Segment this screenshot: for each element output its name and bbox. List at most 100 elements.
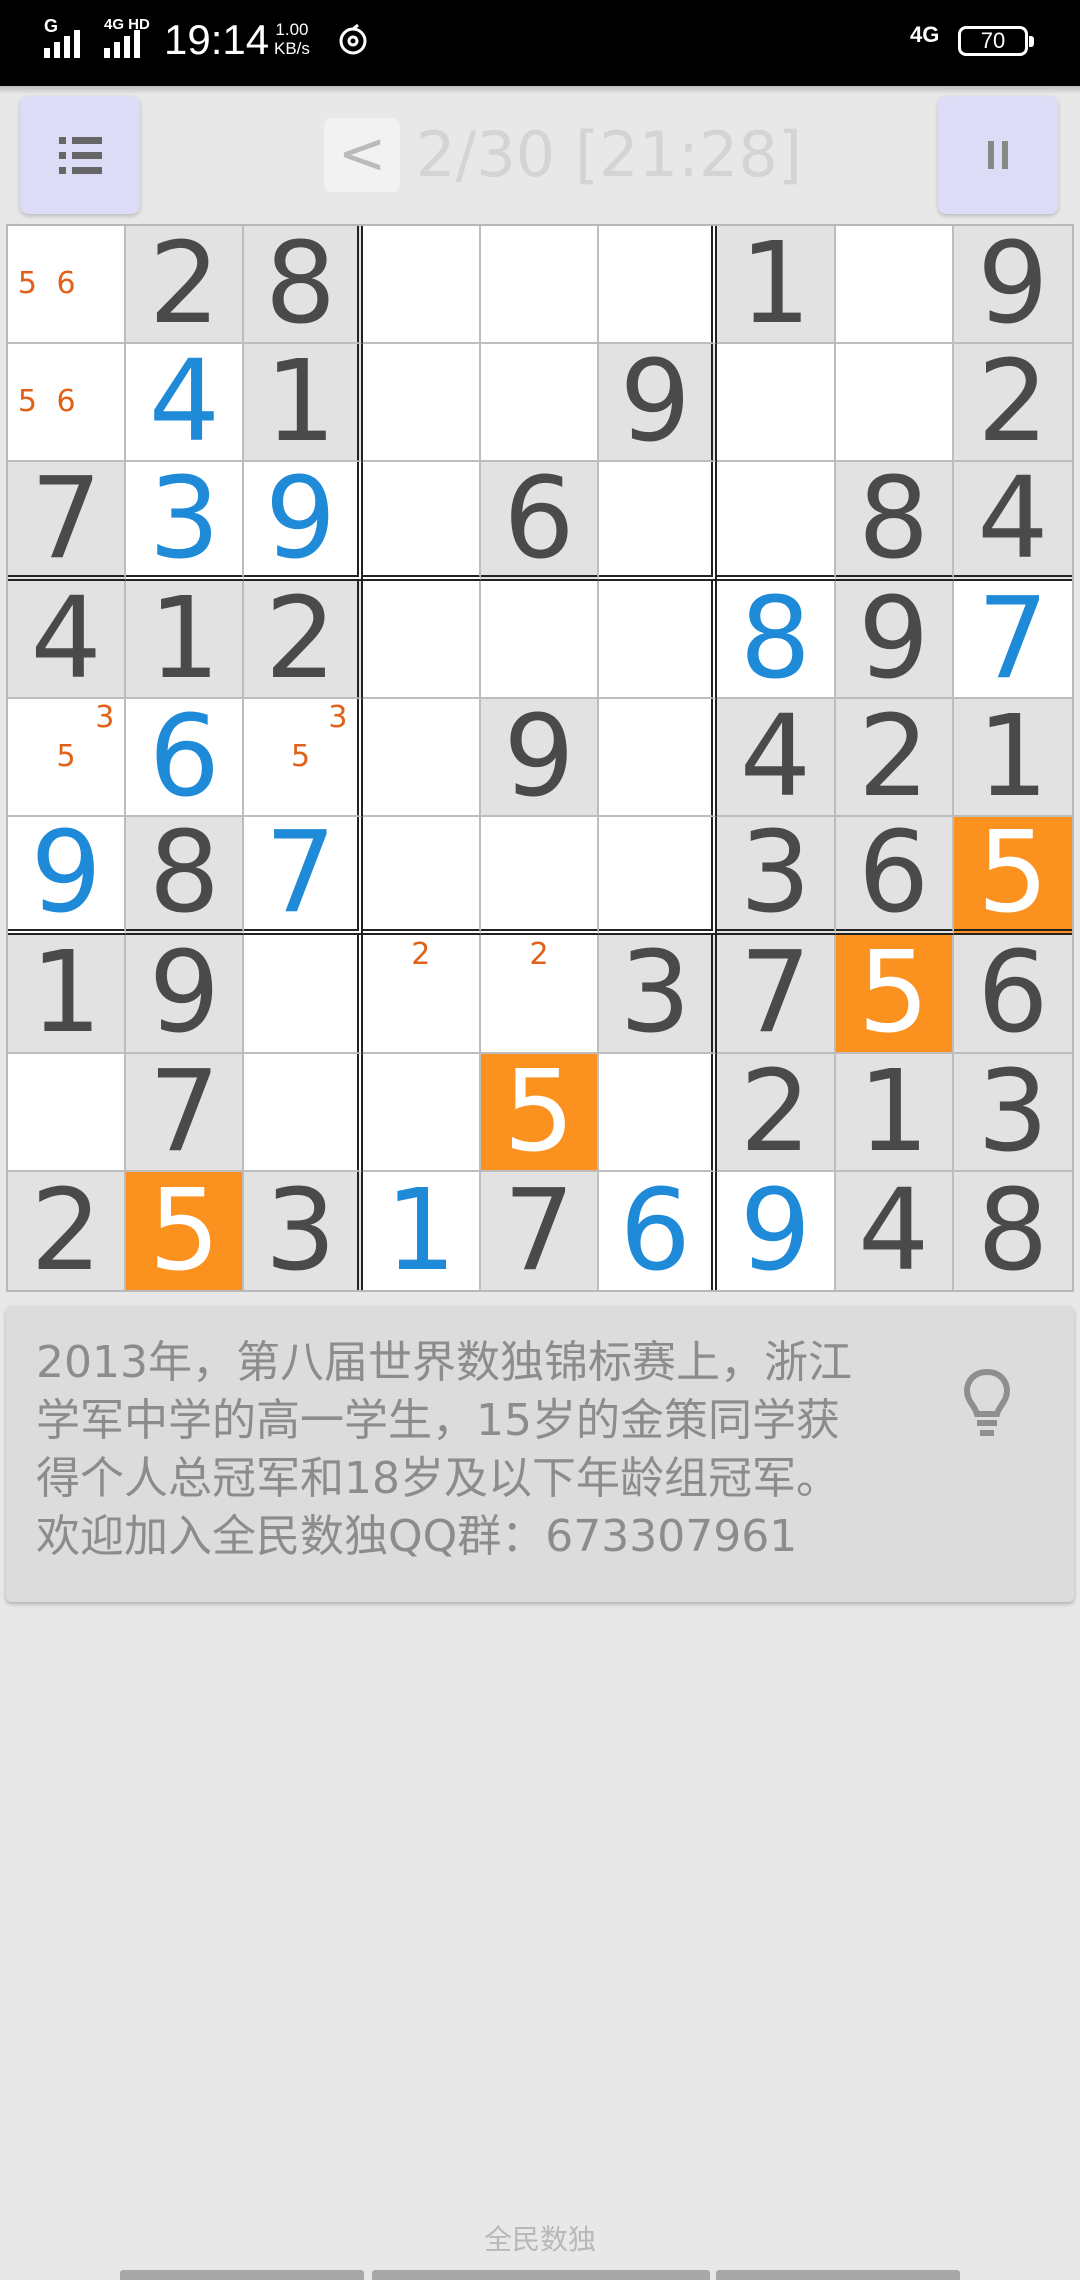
pause-button[interactable]	[938, 96, 1058, 214]
sudoku-cell[interactable]	[8, 1053, 127, 1172]
sudoku-cell[interactable]	[717, 462, 836, 581]
sudoku-cell[interactable]: 1	[244, 344, 363, 463]
sudoku-cell[interactable]	[362, 817, 481, 936]
pencil-notes: 56	[8, 226, 124, 342]
sudoku-cell[interactable]: 7	[953, 573, 1072, 704]
battery-level: 70	[980, 28, 1006, 53]
sudoku-cell[interactable]	[599, 462, 718, 581]
sudoku-cell[interactable]	[480, 344, 600, 463]
sudoku-cell[interactable]	[362, 226, 481, 345]
sudoku-cell[interactable]: 8	[953, 1171, 1072, 1290]
speed-value: 1.00	[275, 20, 309, 39]
sudoku-cell[interactable]: 7	[8, 462, 127, 581]
sudoku-cell[interactable]: 6	[126, 698, 245, 818]
sudoku-cell[interactable]: 7	[126, 1053, 245, 1172]
pencil-note	[244, 699, 281, 738]
sudoku-cell[interactable]: 9	[599, 344, 718, 463]
sudoku-cell[interactable]: 2	[126, 226, 245, 345]
sudoku-cell[interactable]: 1	[953, 698, 1072, 818]
sudoku-cell[interactable]: 5	[953, 817, 1072, 936]
cell-digit: 5	[148, 1165, 220, 1296]
sudoku-cell[interactable]: 3	[244, 1171, 363, 1290]
sudoku-cell[interactable]: 9	[244, 453, 363, 584]
sudoku-cell[interactable]: 9	[126, 935, 245, 1054]
sudoku-cell[interactable]: 3	[717, 817, 836, 936]
sudoku-cell[interactable]: 1	[8, 935, 127, 1054]
sudoku-cell[interactable]: 9	[953, 226, 1072, 345]
sudoku-cell[interactable]: 2	[362, 935, 481, 1054]
sudoku-cell[interactable]	[244, 935, 363, 1054]
sudoku-cell[interactable]: 3	[126, 462, 245, 581]
sudoku-cell[interactable]: 56	[8, 226, 127, 345]
sudoku-cell[interactable]	[362, 462, 481, 581]
sudoku-cell[interactable]	[362, 580, 481, 699]
pencil-note	[85, 738, 124, 777]
sudoku-cell[interactable]: 1	[363, 1171, 481, 1290]
sudoku-cell[interactable]	[599, 226, 718, 345]
sudoku-cell[interactable]: 7	[244, 817, 363, 936]
sudoku-cell[interactable]: 3	[599, 935, 718, 1054]
sudoku-cell[interactable]: 4	[8, 580, 127, 699]
sudoku-cell[interactable]: 1	[835, 1053, 954, 1172]
sudoku-cell[interactable]	[599, 1053, 718, 1172]
sudoku-cell[interactable]: 4	[717, 698, 836, 818]
sudoku-cell[interactable]: 56	[8, 344, 127, 463]
sudoku-cell[interactable]: 6	[599, 1171, 718, 1290]
sudoku-cell[interactable]: 9	[8, 817, 127, 936]
sudoku-cell[interactable]	[362, 344, 481, 463]
sudoku-cell[interactable]: 3	[953, 1053, 1072, 1172]
sudoku-cell[interactable]: 2	[244, 580, 363, 699]
cell-digit: 7	[977, 573, 1049, 704]
sudoku-cell[interactable]	[835, 344, 954, 463]
sudoku-cell[interactable]: 5	[835, 928, 954, 1059]
sudoku-cell[interactable]: 9	[717, 1171, 836, 1290]
sudoku-cell[interactable]: 4	[126, 344, 245, 463]
sudoku-cell[interactable]: 6	[953, 935, 1072, 1054]
sudoku-cell[interactable]: 2	[8, 1171, 127, 1290]
sudoku-cell[interactable]: 9	[835, 580, 954, 699]
sudoku-cell[interactable]: 6	[480, 462, 600, 581]
sudoku-cell[interactable]	[717, 344, 836, 463]
pencil-notes: 2	[363, 935, 479, 1051]
sudoku-cell[interactable]: 5	[126, 1165, 245, 1296]
sudoku-cell[interactable]: 4	[953, 462, 1072, 581]
sudoku-cell[interactable]: 4	[835, 1171, 954, 1290]
sudoku-cell[interactable]	[480, 226, 600, 345]
signal2-label: 4G HD	[104, 16, 150, 33]
sudoku-cell[interactable]	[599, 580, 718, 699]
cell-digit: 5	[858, 928, 930, 1059]
cell-digit: 9	[503, 691, 575, 822]
sudoku-cell[interactable]: 35	[8, 698, 127, 818]
pencil-note: 6	[56, 384, 76, 420]
sudoku-cell[interactable]: 7	[717, 935, 836, 1054]
sudoku-cell[interactable]: 9	[480, 691, 600, 822]
sudoku-cell[interactable]: 8	[244, 226, 363, 345]
sudoku-cell[interactable]	[244, 1053, 363, 1172]
sudoku-cell[interactable]	[599, 817, 718, 936]
cell-digit: 9	[264, 453, 337, 584]
sudoku-cell[interactable]: 8	[126, 817, 245, 936]
sudoku-cell[interactable]	[599, 698, 718, 818]
sudoku-cell[interactable]: 5	[480, 1053, 600, 1172]
sudoku-cell[interactable]: 7	[480, 1171, 600, 1290]
sudoku-cell[interactable]: 2	[717, 1053, 836, 1172]
sudoku-cell[interactable]: 2	[480, 935, 600, 1054]
sudoku-cell[interactable]: 35	[244, 698, 363, 818]
sudoku-cell[interactable]: 6	[835, 817, 954, 936]
sudoku-cell[interactable]: 8	[835, 462, 954, 581]
sudoku-cell[interactable]: 1	[717, 226, 836, 345]
sudoku-cell[interactable]	[480, 817, 600, 936]
sudoku-cell[interactable]	[362, 1053, 481, 1172]
sudoku-cell[interactable]: 2	[835, 698, 954, 818]
sudoku-cell[interactable]	[480, 580, 600, 699]
sudoku-cell[interactable]: 2	[953, 344, 1072, 463]
menu-button[interactable]	[20, 96, 140, 214]
sudoku-cell[interactable]: 1	[126, 580, 245, 699]
lightbulb-icon[interactable]	[962, 1366, 1012, 1446]
signal-icon-2: 4G HD	[104, 16, 152, 58]
sudoku-cell[interactable]	[835, 226, 954, 345]
sudoku-cell[interactable]: 8	[717, 580, 836, 699]
pencil-note	[401, 974, 440, 1013]
previous-puzzle-button[interactable]: <	[324, 118, 400, 192]
sudoku-cell[interactable]	[362, 698, 481, 818]
